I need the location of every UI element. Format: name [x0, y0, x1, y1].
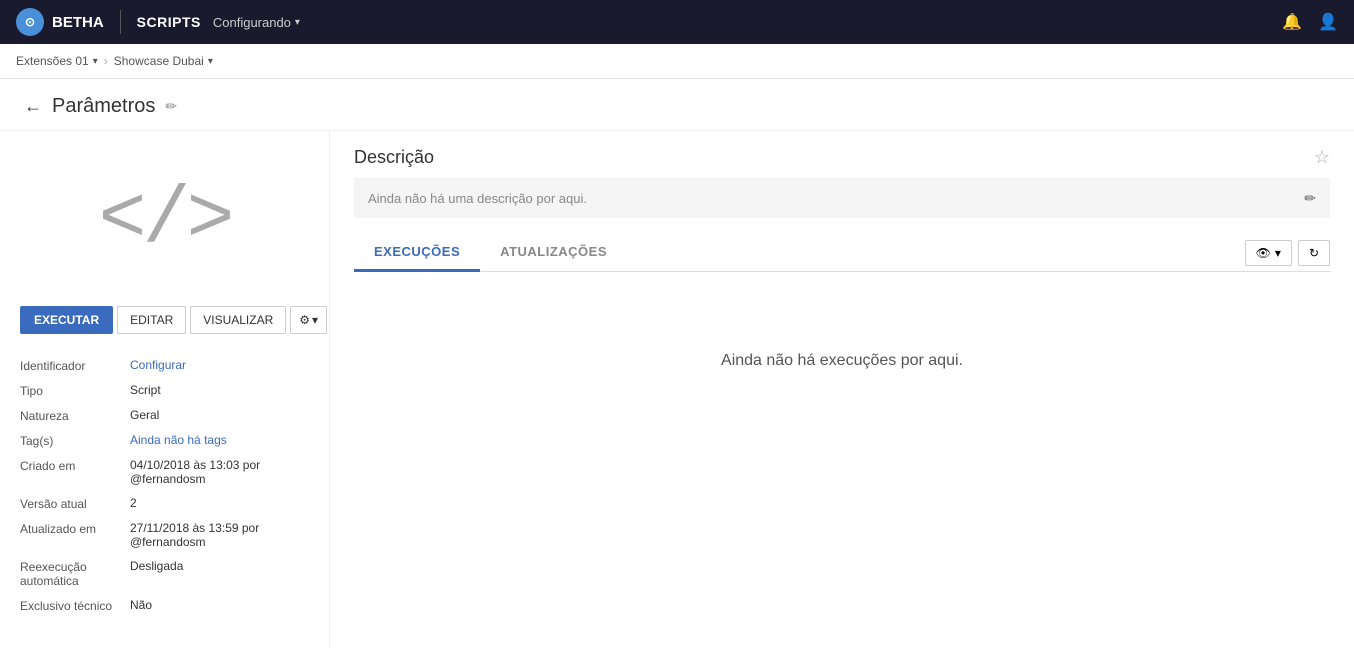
breadcrumb-extensoes-chevron: ▾ — [93, 56, 98, 67]
empty-executions-text: Ainda não há execuções por aqui. — [721, 352, 963, 369]
tabs-row: EXECUÇÕES ATUALIZAÇÕES 👁 ▾ ↻ — [354, 234, 1330, 272]
eye-icon: 👁 — [1256, 246, 1271, 260]
main-content: </> EXECUTAR EDITAR VISUALIZAR ⚙ ▾ Ident… — [0, 131, 1354, 647]
script-icon-container: </> — [20, 155, 309, 286]
description-title: Descrição — [354, 147, 434, 168]
page-header: ← Parâmetros ✏ — [0, 79, 1354, 131]
breadcrumb-extensoes-label: Extensões 01 — [16, 54, 89, 68]
page-title: Parâmetros — [52, 95, 155, 118]
metadata-label-tipo: Tipo — [20, 383, 130, 398]
tab-execucoes[interactable]: EXECUÇÕES — [354, 234, 480, 272]
metadata-label-reexecucao: Reexecução automática — [20, 559, 130, 588]
logo: ⊙ BETHA — [16, 8, 104, 36]
scripts-label: SCRIPTS — [137, 14, 201, 30]
star-icon[interactable]: ☆ — [1314, 147, 1330, 168]
settings-chevron-icon: ▾ — [312, 313, 318, 327]
eye-button[interactable]: 👁 ▾ — [1245, 240, 1292, 266]
back-button[interactable]: ← — [24, 96, 42, 117]
description-empty-text: Ainda não há uma descrição por aqui. — [368, 191, 587, 206]
description-box: Ainda não há uma descrição por aqui. ✏ — [354, 178, 1330, 218]
right-panel: Descrição ☆ Ainda não há uma descrição p… — [330, 131, 1354, 647]
metadata-label-identificador: Identificador — [20, 358, 130, 373]
refresh-icon: ↻ — [1309, 246, 1319, 260]
settings-button[interactable]: ⚙ ▾ — [290, 306, 327, 334]
page-title-edit-icon[interactable]: ✏ — [165, 98, 177, 115]
logo-text: BETHA — [52, 14, 104, 31]
metadata-label-natureza: Natureza — [20, 408, 130, 423]
tabs: EXECUÇÕES ATUALIZAÇÕES — [354, 234, 627, 271]
user-icon[interactable]: 👤 — [1318, 12, 1338, 32]
metadata-row-atualizado: Atualizado em 27/11/2018 às 13:59 por @f… — [20, 521, 309, 549]
metadata-label-atualizado: Atualizado em — [20, 521, 130, 536]
empty-executions: Ainda não há execuções por aqui. — [354, 292, 1330, 430]
left-panel: </> EXECUTAR EDITAR VISUALIZAR ⚙ ▾ Ident… — [0, 131, 330, 647]
configurando-menu[interactable]: Configurando ▾ — [213, 15, 300, 30]
breadcrumb-showcase-chevron: ▾ — [208, 56, 213, 67]
metadata-value-tags[interactable]: Ainda não há tags — [130, 433, 309, 447]
tab-actions: 👁 ▾ ↻ — [1245, 240, 1330, 266]
breadcrumb-item-showcase[interactable]: Showcase Dubai ▾ — [114, 54, 213, 68]
script-code-icon: </> — [98, 175, 230, 266]
refresh-button[interactable]: ↻ — [1298, 240, 1330, 266]
description-header: Descrição ☆ — [354, 147, 1330, 168]
metadata-row-identificador: Identificador Configurar — [20, 358, 309, 373]
breadcrumb-separator: › — [104, 54, 108, 68]
configurando-label: Configurando — [213, 15, 291, 30]
breadcrumb-item-extensoes[interactable]: Extensões 01 ▾ — [16, 54, 98, 68]
metadata-row-versao: Versão atual 2 — [20, 496, 309, 511]
metadata-value-criado: 04/10/2018 às 13:03 por @fernandosm — [130, 458, 309, 486]
metadata-value-versao: 2 — [130, 496, 309, 510]
topbar: ⊙ BETHA SCRIPTS Configurando ▾ 🔔 👤 — [0, 0, 1354, 44]
logo-icon: ⊙ — [16, 8, 44, 36]
breadcrumb: Extensões 01 ▾ › Showcase Dubai ▾ — [0, 44, 1354, 79]
metadata-row-exclusivo: Exclusivo técnico Não — [20, 598, 309, 613]
eye-chevron: ▾ — [1275, 246, 1281, 260]
execute-button[interactable]: EXECUTAR — [20, 306, 113, 334]
metadata-value-exclusivo: Não — [130, 598, 309, 612]
metadata-value-natureza: Geral — [130, 408, 309, 422]
notification-icon[interactable]: 🔔 — [1282, 12, 1302, 32]
tab-atualizacoes[interactable]: ATUALIZAÇÕES — [480, 234, 627, 272]
metadata-row-tipo: Tipo Script — [20, 383, 309, 398]
metadata-value-tipo: Script — [130, 383, 309, 397]
metadata-row-criado: Criado em 04/10/2018 às 13:03 por @ferna… — [20, 458, 309, 486]
description-edit-icon[interactable]: ✏ — [1304, 190, 1316, 207]
metadata-label-versao: Versão atual — [20, 496, 130, 511]
metadata-table: Identificador Configurar Tipo Script Nat… — [20, 358, 309, 613]
metadata-value-atualizado: 27/11/2018 às 13:59 por @fernandosm — [130, 521, 309, 549]
configurando-chevron: ▾ — [295, 17, 300, 28]
metadata-row-tags: Tag(s) Ainda não há tags — [20, 433, 309, 448]
action-buttons: EXECUTAR EDITAR VISUALIZAR ⚙ ▾ — [20, 306, 309, 334]
metadata-value-identificador[interactable]: Configurar — [130, 358, 309, 372]
breadcrumb-showcase-label: Showcase Dubai — [114, 54, 204, 68]
metadata-label-criado: Criado em — [20, 458, 130, 473]
topbar-right: 🔔 👤 — [1282, 12, 1338, 32]
metadata-label-tags: Tag(s) — [20, 433, 130, 448]
metadata-label-exclusivo: Exclusivo técnico — [20, 598, 130, 613]
edit-button[interactable]: EDITAR — [117, 306, 186, 334]
metadata-row-reexecucao: Reexecução automática Desligada — [20, 559, 309, 588]
visualize-button[interactable]: VISUALIZAR — [190, 306, 286, 334]
metadata-value-reexecucao: Desligada — [130, 559, 309, 573]
metadata-row-natureza: Natureza Geral — [20, 408, 309, 423]
settings-gear-icon: ⚙ — [299, 313, 310, 327]
topbar-divider — [120, 10, 121, 34]
